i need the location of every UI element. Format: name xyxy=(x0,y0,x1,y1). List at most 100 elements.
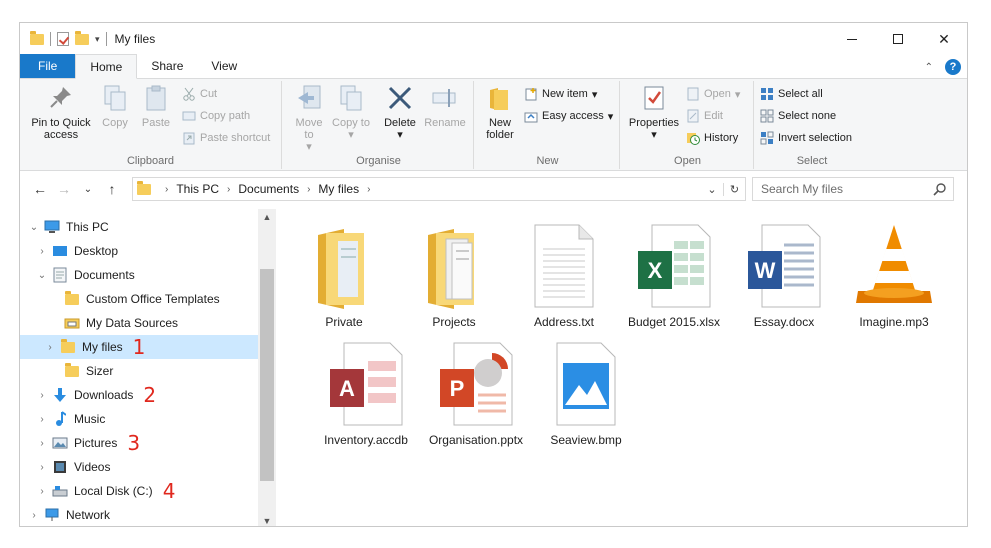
copy-button[interactable]: Copy xyxy=(98,83,132,129)
file-item-seaview-bmp[interactable]: Seaview.bmp xyxy=(536,337,636,448)
refresh-icon[interactable]: ↻ xyxy=(723,182,745,196)
chevron-down-icon[interactable]: ⌄ xyxy=(701,183,723,196)
file-item-private[interactable]: Private xyxy=(294,219,394,330)
file-item-inventory-accdb[interactable]: A Inventory.accdb xyxy=(316,337,416,448)
easy-access-button[interactable]: Easy access ▾ xyxy=(524,109,613,123)
chevron-right-icon[interactable]: › xyxy=(36,246,48,257)
help-icon[interactable]: ? xyxy=(945,59,961,75)
collapse-ribbon-icon[interactable]: ⌃ xyxy=(925,62,933,73)
delete-label: Delete xyxy=(384,117,416,129)
forward-arrow-icon[interactable]: → xyxy=(52,181,76,197)
breadcrumb-this-pc[interactable]: This PC xyxy=(176,182,219,196)
paste-button[interactable]: Paste xyxy=(138,83,174,129)
rename-button[interactable]: Rename xyxy=(422,83,468,129)
address-bar[interactable]: › This PC › Documents › My files › ⌄ ↻ xyxy=(132,177,746,201)
file-name: Seaview.bmp xyxy=(550,433,622,447)
customize-dropdown-icon[interactable]: ▾ xyxy=(95,34,100,45)
file-item-budget-xlsx[interactable]: X Budget 2015.xlsx xyxy=(624,219,724,330)
file-item-essay-docx[interactable]: W Essay.docx xyxy=(734,219,834,330)
tab-view[interactable]: View xyxy=(197,54,251,78)
chevron-right-icon[interactable]: › xyxy=(28,510,40,521)
new-item-label: New item xyxy=(542,88,588,100)
paste-shortcut-button[interactable]: Paste shortcut xyxy=(182,131,270,145)
scroll-down-icon[interactable]: ▼ xyxy=(258,513,276,526)
tree-item-music[interactable]: › Music xyxy=(20,407,258,431)
tab-home[interactable]: Home xyxy=(75,54,138,79)
search-input[interactable]: Search My files xyxy=(752,177,954,201)
properties-button[interactable]: Properties ▾ xyxy=(626,83,682,141)
chevron-right-icon[interactable]: › xyxy=(227,184,230,195)
select-all-button[interactable]: Select all xyxy=(760,87,823,101)
tree-item-desktop[interactable]: › Desktop xyxy=(20,239,258,263)
up-arrow-icon[interactable]: ↑ xyxy=(100,181,124,197)
search-placeholder: Search My files xyxy=(761,182,844,196)
tree-item-local-disk[interactable]: › Local Disk (C:) 4 xyxy=(20,479,258,503)
file-item-organisation-pptx[interactable]: P Organisation.pptx xyxy=(426,337,526,448)
breadcrumb-my-files[interactable]: My files xyxy=(318,182,359,196)
chevron-right-icon[interactable]: › xyxy=(36,438,48,449)
chevron-down-icon[interactable]: ⌄ xyxy=(36,270,48,281)
close-button[interactable]: ✕ xyxy=(921,23,967,55)
chevron-right-icon[interactable]: › xyxy=(44,342,56,353)
chevron-down-icon[interactable]: ⌄ xyxy=(28,222,40,233)
file-name: Inventory.accdb xyxy=(324,433,408,447)
history-button[interactable]: History xyxy=(686,131,738,145)
history-icon xyxy=(686,131,700,145)
breadcrumb-documents[interactable]: Documents xyxy=(238,182,299,196)
tree-item-videos[interactable]: › Videos xyxy=(20,455,258,479)
maximize-button[interactable] xyxy=(875,23,921,55)
tree-item-documents[interactable]: ⌄ Documents xyxy=(20,263,258,287)
invert-selection-button[interactable]: Invert selection xyxy=(760,131,852,145)
file-name: Essay.docx xyxy=(753,315,815,329)
chevron-right-icon[interactable]: › xyxy=(165,184,168,195)
tree-item-custom-office-templates[interactable]: Custom Office Templates xyxy=(20,287,258,311)
tree-item-my-files[interactable]: › My files 1 xyxy=(20,335,258,359)
tree-item-this-pc[interactable]: ⌄ This PC xyxy=(20,215,258,239)
nav-scrollbar[interactable]: ▲ ▼ xyxy=(258,209,276,526)
properties-icon[interactable] xyxy=(57,32,69,46)
back-arrow-icon[interactable]: ← xyxy=(28,181,52,197)
select-none-button[interactable]: Select none xyxy=(760,109,836,123)
chevron-right-icon[interactable]: › xyxy=(36,486,48,497)
tab-file[interactable]: File xyxy=(20,54,76,78)
open-group: Properties ▾ Open ▾ Edit History Open xyxy=(622,81,754,169)
new-item-button[interactable]: New item ▾ xyxy=(524,87,597,101)
group-label: Clipboard xyxy=(126,155,175,167)
scrollbar-thumb[interactable] xyxy=(260,269,274,481)
tree-item-pictures[interactable]: › Pictures 3 xyxy=(20,431,258,455)
edit-button[interactable]: Edit xyxy=(686,109,723,123)
chevron-right-icon[interactable]: › xyxy=(307,184,310,195)
recent-locations-icon[interactable]: ⌄ xyxy=(76,184,100,195)
folder-icon xyxy=(60,338,76,354)
move-to-button[interactable]: Move to ▾ xyxy=(290,83,328,153)
cut-button[interactable]: Cut xyxy=(182,87,217,101)
file-name: Budget 2015.xlsx xyxy=(627,315,721,329)
chevron-right-icon[interactable]: › xyxy=(36,390,48,401)
new-folder-button[interactable]: New folder xyxy=(480,83,520,141)
file-name: Imagine.mp3 xyxy=(859,315,929,329)
scroll-up-icon[interactable]: ▲ xyxy=(258,209,276,225)
file-item-imagine-mp3[interactable]: Imagine.mp3 xyxy=(844,219,944,330)
file-item-projects[interactable]: Projects xyxy=(404,219,504,330)
tree-item-network[interactable]: › Network xyxy=(20,503,258,526)
chevron-right-icon[interactable]: › xyxy=(36,462,48,473)
tree-item-my-data-sources[interactable]: My Data Sources xyxy=(20,311,258,335)
chevron-right-icon[interactable]: › xyxy=(36,414,48,425)
tree-item-sizer[interactable]: Sizer xyxy=(20,359,258,383)
open-button[interactable]: Open ▾ xyxy=(686,87,740,101)
copy-path-button[interactable]: Copy path xyxy=(182,109,250,123)
new-folder-icon[interactable] xyxy=(75,30,89,45)
folder-icon xyxy=(296,219,392,309)
chevron-right-icon[interactable]: › xyxy=(367,184,370,195)
delete-button[interactable]: Delete ▾ xyxy=(380,83,420,141)
select-all-icon xyxy=(760,87,774,101)
search-icon[interactable] xyxy=(933,182,947,196)
file-item-address-txt[interactable]: Address.txt xyxy=(514,219,614,330)
pin-to-quick-access-button[interactable]: Pin to Quick access xyxy=(26,83,96,141)
copy-to-label: Copy to xyxy=(332,117,370,129)
tab-share[interactable]: Share xyxy=(137,54,197,78)
minimize-button[interactable] xyxy=(829,23,875,55)
organise-group: Move to ▾ Copy to ▾ Delete ▾ Rename Orga… xyxy=(284,81,474,169)
tree-item-downloads[interactable]: › Downloads 2 xyxy=(20,383,258,407)
copy-to-button[interactable]: Copy to ▾ xyxy=(332,83,370,141)
